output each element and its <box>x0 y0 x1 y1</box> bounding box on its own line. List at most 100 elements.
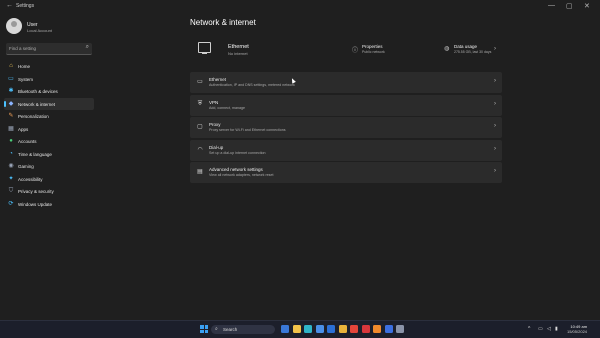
info-icon: ⓘ <box>352 48 359 54</box>
vpn-icon: ⛨ <box>197 100 203 107</box>
taskbar-search-placeholder: Search <box>223 327 238 332</box>
sidebar-item-label: Home <box>18 64 31 69</box>
windows-logo-icon <box>200 325 204 329</box>
card-title: Dial-up <box>209 144 224 150</box>
apps-icon: ▦ <box>8 125 14 132</box>
page-title: Network & internet <box>190 18 256 27</box>
close-icon[interactable]: ✕ <box>584 2 590 10</box>
sidebar-item-home[interactable]: ⌂ Home <box>4 60 94 73</box>
sidebar: User Local Account Find a setting ⌕ ⌂ Hom… <box>0 14 100 320</box>
file-explorer-icon[interactable] <box>292 325 301 333</box>
sidebar-item-label: Network & internet <box>18 101 56 107</box>
store-icon[interactable] <box>315 325 324 333</box>
sidebar-item-accounts[interactable]: ● Accounts <box>4 135 94 148</box>
settings-card-dial-up[interactable]: ◠ Dial-up Set up a dial-up internet connec… <box>190 139 502 161</box>
data-usage-sub: 275.55 GB, last 30 days <box>454 50 492 54</box>
sidebar-item-label: Windows Update <box>18 201 53 207</box>
card-subtitle: Proxy server for Wi-Fi and Ethernet conn… <box>209 128 286 132</box>
chevron-right-icon: › <box>494 168 496 174</box>
app-orange-icon[interactable] <box>373 325 381 333</box>
data-usage-icon: ◍ <box>444 46 450 52</box>
time-language-icon: ◔ <box>9 150 13 157</box>
settings-app-icon[interactable] <box>396 325 404 333</box>
dial-up-icon: ◠ <box>197 146 203 153</box>
network-tray-icon[interactable]: ▭ <box>538 326 543 332</box>
taskbar-search[interactable]: ⌕ Search <box>211 325 275 334</box>
search-icon: ⌕ <box>215 326 218 332</box>
connection-name: Ethernet <box>228 44 249 50</box>
ethernet-icon: ▭ <box>197 79 203 85</box>
settings-cards: ▭ Ethernet Authentication, IP and DNS sett… <box>190 72 502 185</box>
card-subtitle: Add, connect, manage <box>209 105 245 110</box>
sidebar-item-bluetooth-devices[interactable]: ✱ Bluetooth & devices <box>4 85 94 98</box>
sidebar-item-label: Gaming <box>18 164 34 169</box>
gaming-icon: ◉ <box>8 163 14 169</box>
chevron-right-icon: › <box>494 145 496 152</box>
ethernet-monitor-icon <box>198 42 211 54</box>
sidebar-item-label: Accounts <box>18 139 37 144</box>
card-title: VPN <box>209 99 219 105</box>
sidebar-item-apps[interactable]: ▦ Apps <box>4 123 94 136</box>
search-placeholder: Find a setting <box>9 46 37 51</box>
app-blue-icon[interactable] <box>384 325 393 333</box>
card-title: Ethernet <box>209 77 227 82</box>
bluetooth-icon: ✱ <box>8 88 14 94</box>
maximize-icon[interactable]: ▢ <box>566 2 573 10</box>
sidebar-item-accessibility[interactable]: ✦ Accessibility <box>4 173 94 186</box>
chrome-icon[interactable] <box>350 325 358 333</box>
word-icon[interactable] <box>327 325 335 333</box>
minimize-icon[interactable]: — <box>548 2 555 9</box>
clock[interactable]: 10:49 am 15/05/2024 <box>567 324 587 334</box>
settings-card-vpn[interactable]: ⛨ VPN Add, connect, manage › <box>190 94 502 116</box>
chevron-right-icon: › <box>494 123 496 129</box>
sidebar-item-label: Personalization <box>18 114 49 119</box>
app-red-icon[interactable] <box>361 325 370 333</box>
sidebar-item-label: Privacy & security <box>18 189 54 194</box>
taskbar: ⌕ Search ^ ▭ ◁ ▮ 10:49 am 15/05/2024 <box>0 320 600 338</box>
card-title: Proxy <box>209 122 221 127</box>
sidebar-item-gaming[interactable]: ◉ Gaming <box>4 160 94 173</box>
advanced-network-icon: ▤ <box>197 169 203 175</box>
sidebar-item-windows-update[interactable]: ⟳ Windows Update <box>4 198 94 211</box>
back-arrow-icon[interactable]: ← <box>6 2 13 9</box>
edge-browser-icon[interactable] <box>304 325 312 333</box>
system-icon: ▭ <box>8 75 14 82</box>
widgets-app-icon[interactable] <box>281 325 289 333</box>
sidebar-nav: ⌂ Home ▭ System ✱ Bluetooth & devices ◆ Network… <box>4 60 94 210</box>
proxy-icon: ▢ <box>197 124 203 130</box>
avatar[interactable] <box>6 18 22 34</box>
windows-logo-icon <box>204 325 208 329</box>
windows-logo-icon <box>204 329 208 333</box>
settings-card-proxy[interactable]: ▢ Proxy Proxy server for Wi-Fi and Etherne… <box>190 117 502 138</box>
tray-overflow-icon[interactable]: ^ <box>528 326 530 332</box>
sidebar-item-label: Apps <box>18 126 29 132</box>
clock-date: 15/05/2024 <box>567 329 588 334</box>
sidebar-item-personalization[interactable]: ✎ Personalization <box>4 110 94 123</box>
privacy-icon: ⛉ <box>8 188 14 194</box>
chevron-right-icon: › <box>494 78 496 84</box>
windows-logo-icon <box>200 329 204 333</box>
volume-icon[interactable]: ◁ <box>547 326 551 332</box>
search-icon: ⌕ <box>85 44 89 50</box>
connection-status: No internet <box>228 51 248 56</box>
settings-card-advanced-network-settings[interactable]: ▤ Advanced network settings View all netwo… <box>190 162 502 183</box>
sidebar-item-network-internet[interactable]: ◆ Network & internet <box>4 97 94 110</box>
settings-card-ethernet[interactable]: ▭ Ethernet Authentication, IP and DNS sett… <box>190 72 502 93</box>
accounts-icon: ● <box>9 138 13 144</box>
data-usage-label: Data usage <box>454 44 478 49</box>
network-summary: Ethernet No internet ⓘ Properties Public… <box>190 40 502 66</box>
card-subtitle: Authentication, IP and DNS settings, met… <box>209 83 295 87</box>
chevron-right-icon: › <box>494 100 496 107</box>
start-button[interactable] <box>200 325 208 333</box>
home-icon: ⌂ <box>9 63 13 69</box>
sidebar-item-system[interactable]: ▭ System <box>4 73 94 86</box>
battery-icon[interactable]: ▮ <box>555 326 558 332</box>
sidebar-item-label: Bluetooth & devices <box>18 89 58 94</box>
user-account-type: Local Account <box>27 28 52 33</box>
sidebar-item-label: Time & language <box>18 151 52 157</box>
sidebar-item-time-language[interactable]: ◔ Time & language <box>4 148 94 161</box>
sidebar-item-privacy-security[interactable]: ⛉ Privacy & security <box>4 185 94 198</box>
search-input[interactable]: Find a setting ⌕ <box>6 43 92 55</box>
window-title: Settings <box>16 3 35 9</box>
folder-icon[interactable] <box>338 325 347 333</box>
